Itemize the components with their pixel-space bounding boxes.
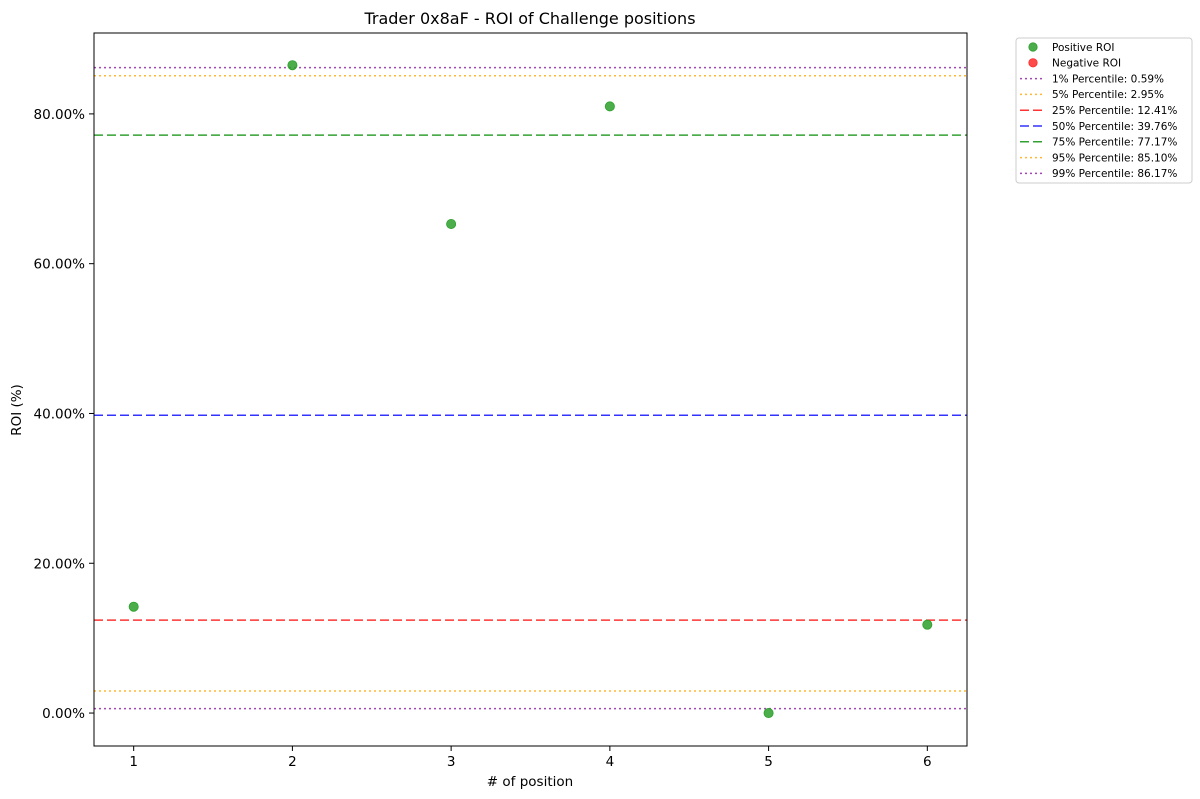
legend-label: Negative ROI xyxy=(1052,58,1121,70)
x-tick-label: 3 xyxy=(447,754,456,770)
legend-label: 50% Percentile: 39.76% xyxy=(1052,121,1177,133)
plot-background xyxy=(94,33,967,746)
data-point xyxy=(287,60,298,71)
legend-label: 75% Percentile: 77.17% xyxy=(1052,137,1177,149)
y-tick-label: 60.00% xyxy=(34,257,86,273)
y-tick-label: 0.00% xyxy=(42,706,85,722)
y-axis-ticks: 0.00% 20.00% 40.00% 60.00% 80.00% xyxy=(34,107,94,722)
data-point xyxy=(446,218,457,229)
chart-title: Trader 0x8aF - ROI of Challenge position… xyxy=(363,9,695,28)
x-tick-label: 4 xyxy=(606,754,615,770)
x-tick-label: 2 xyxy=(288,754,297,770)
data-point xyxy=(604,101,615,112)
data-point xyxy=(128,601,139,612)
x-axis-ticks: 1 2 3 4 5 6 xyxy=(129,746,932,770)
legend-label: 25% Percentile: 12.41% xyxy=(1052,105,1177,117)
legend-marker xyxy=(1028,58,1038,68)
data-point xyxy=(763,708,774,719)
legend-label: 5% Percentile: 2.95% xyxy=(1052,89,1164,101)
legend-label: 1% Percentile: 0.59% xyxy=(1052,73,1164,85)
y-tick-label: 80.00% xyxy=(34,107,86,123)
legend: Positive ROI Negative ROI 1% Percentile: 0… xyxy=(1015,37,1193,184)
data-point xyxy=(922,619,933,630)
x-tick-label: 1 xyxy=(129,754,138,770)
plot-area xyxy=(93,32,968,747)
legend-label: Positive ROI xyxy=(1052,42,1114,54)
legend-label: 95% Percentile: 85.10% xyxy=(1052,152,1177,164)
x-axis-label: # of position xyxy=(487,774,573,790)
roi-scatter-chart: Trader 0x8aF - ROI of Challenge position… xyxy=(9,9,1193,790)
legend-marker xyxy=(1028,42,1038,52)
y-tick-label: 40.00% xyxy=(34,406,86,422)
y-axis-label: ROI (%) xyxy=(9,384,25,436)
x-tick-label: 5 xyxy=(764,754,773,770)
x-tick-label: 6 xyxy=(923,754,932,770)
y-tick-label: 20.00% xyxy=(34,556,86,572)
legend-label: 99% Percentile: 86.17% xyxy=(1052,168,1177,180)
